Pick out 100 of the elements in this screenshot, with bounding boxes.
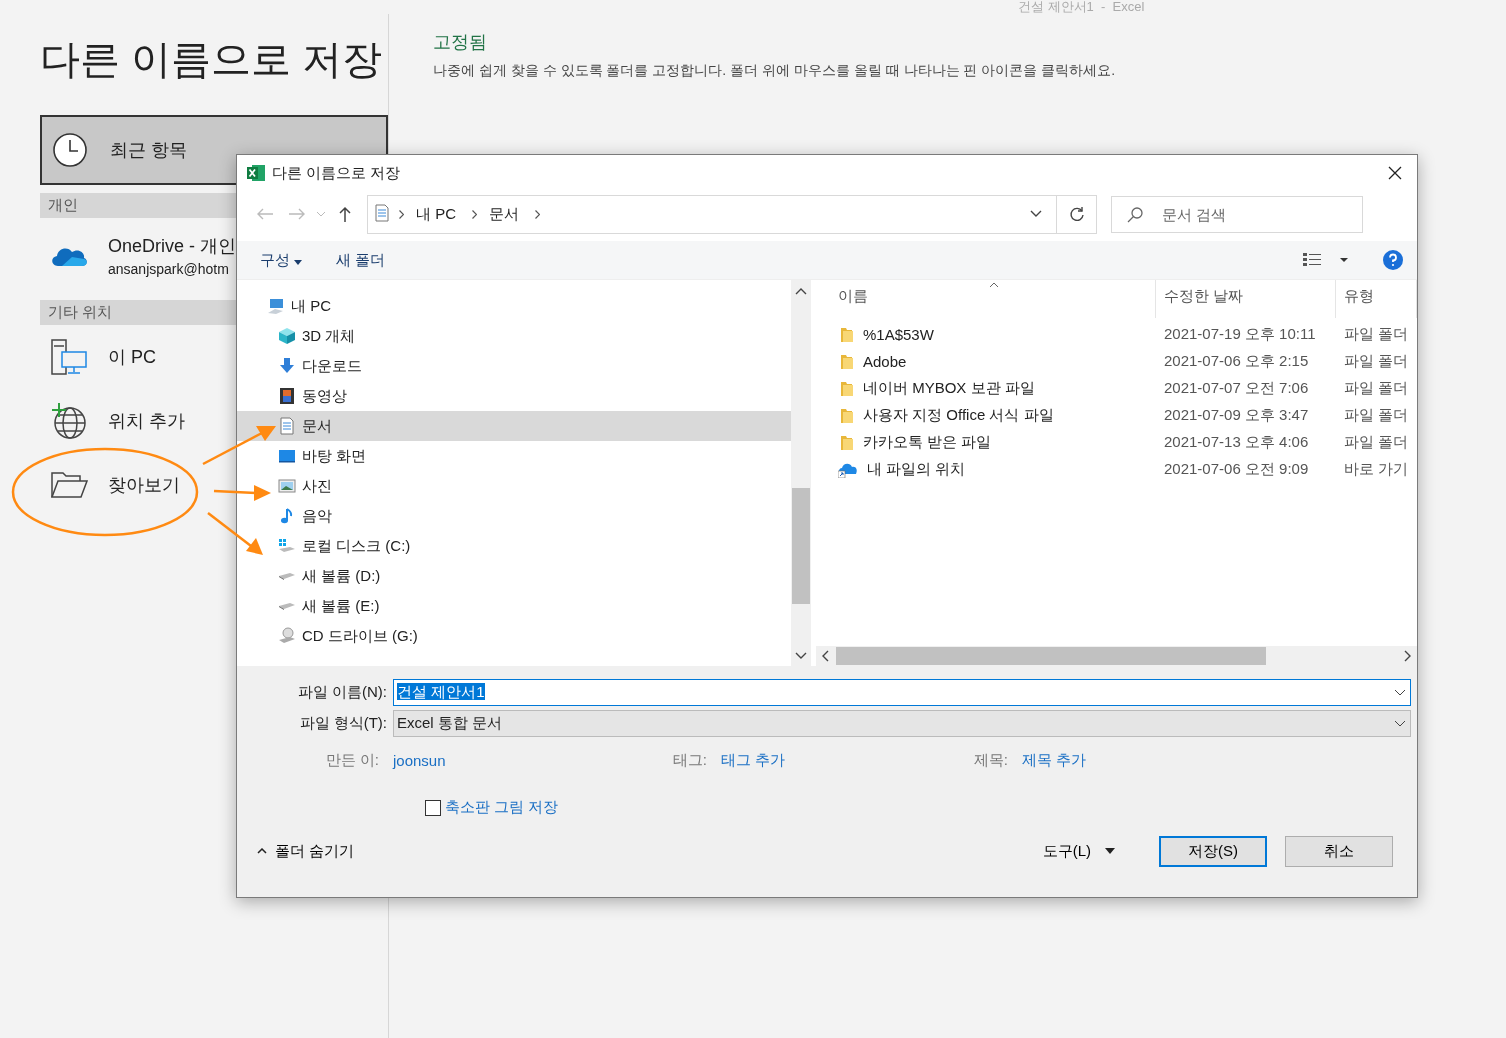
address-bar[interactable]: 내 PC 문서: [367, 194, 1097, 234]
tree-item[interactable]: 새 볼륨 (D:): [237, 561, 791, 591]
file-type: 파일 폴더: [1343, 433, 1410, 452]
file-row[interactable]: 내 파일의 위치 2021-07-06 오전 9:09 바로 가기: [816, 456, 1417, 483]
tree-item[interactable]: 사진: [237, 471, 791, 501]
caret-icon: [1105, 848, 1115, 854]
folder-icon: [838, 434, 854, 451]
monitor-icon: [278, 447, 296, 465]
help-icon[interactable]: [1383, 250, 1403, 270]
file-date: 2021-07-09 오후 3:47: [1163, 406, 1310, 425]
tree-item[interactable]: 다운로드: [237, 351, 791, 381]
file-name: %1A$53W: [863, 326, 934, 343]
up-arrow-icon[interactable]: [339, 206, 351, 222]
view-options-icon[interactable]: [1303, 253, 1323, 267]
file-row[interactable]: 카카오톡 받은 파일 2021-07-13 오후 4:06 파일 폴더: [816, 429, 1417, 456]
new-folder-button[interactable]: 새 폴더: [329, 246, 393, 274]
folder-icon: [838, 380, 854, 397]
file-row[interactable]: 네이버 MYBOX 보관 파일 2021-07-07 오전 7:06 파일 폴더: [816, 375, 1417, 402]
chevron-right-icon: [472, 209, 477, 219]
computer-icon: [267, 297, 285, 315]
disc-drive-icon: [278, 627, 296, 645]
image-icon: [278, 477, 296, 495]
breadcrumb[interactable]: 문서: [481, 204, 527, 224]
download-icon: [278, 357, 296, 375]
cloud-shortcut-icon: [838, 461, 858, 478]
file-row[interactable]: Adobe 2021-07-06 오후 2:15 파일 폴더: [816, 348, 1417, 375]
pinned-hint: 나중에 쉽게 찾을 수 있도록 폴더를 고정합니다. 폴더 위에 마우스를 올릴 때 나타나는 핀 아이콘을 클릭하세요.: [433, 62, 1116, 80]
pinned-title: 고정됨: [433, 31, 488, 54]
meta-link[interactable]: 제목 추가: [1020, 751, 1417, 770]
drive-icon: [278, 571, 296, 581]
tools-menu[interactable]: 도구(L): [1036, 840, 1121, 862]
file-type: 파일 폴더: [1343, 406, 1410, 425]
tree-item[interactable]: 동영상: [237, 381, 791, 411]
checkbox-label[interactable]: 축소판 그림 저장: [445, 798, 559, 817]
thumbnail-checkbox[interactable]: [425, 799, 441, 816]
filename-field[interactable]: 건설 제안서1: [393, 679, 1411, 706]
drive-icon: [278, 537, 296, 555]
scroll-up-icon[interactable]: [795, 287, 807, 295]
file-type: 바로 가기: [1343, 460, 1410, 479]
breadcrumb[interactable]: 내 PC: [408, 204, 464, 224]
folder-icon: [838, 407, 854, 424]
close-icon: [1388, 166, 1402, 180]
search-icon: [1127, 206, 1143, 223]
folder-icon: [838, 326, 854, 343]
scroll-right-icon[interactable]: [1403, 650, 1411, 662]
spreadsheet-icon: [246, 164, 266, 182]
column-header[interactable]: 유형: [1336, 280, 1417, 318]
caret-icon[interactable]: [1339, 257, 1349, 263]
clock-icon: [52, 132, 88, 168]
organize-menu[interactable]: 구성: [253, 246, 310, 274]
folder-icon: [50, 471, 88, 499]
film-icon: [278, 387, 296, 405]
tree-item[interactable]: CD 드라이브 (G:): [237, 621, 791, 651]
meta-label: 태그:: [671, 751, 708, 770]
file-row[interactable]: 사용자 지정 Office 서식 파일 2021-07-09 오후 3:47 파일 폴더: [816, 402, 1417, 429]
field-label: 파일 이름(N):: [296, 683, 387, 702]
file-date: 2021-07-13 오후 4:06: [1163, 433, 1310, 452]
caret-icon: [294, 259, 303, 265]
chevron-down-icon[interactable]: [1030, 210, 1042, 218]
tree-item[interactable]: 바탕 화면: [237, 441, 791, 471]
annotation-arrow: [207, 512, 263, 555]
annotation-arrow: [213, 485, 271, 501]
save-button[interactable]: 저장(S): [1159, 835, 1267, 867]
cancel-button[interactable]: 취소: [1285, 835, 1393, 867]
file-row[interactable]: %1A$53W 2021-07-19 오후 10:11 파일 폴더: [816, 321, 1417, 348]
computer-icon: [50, 338, 88, 376]
cube-icon: [278, 327, 296, 345]
search-field[interactable]: 문서 검색: [1111, 195, 1363, 233]
file-date: 2021-07-19 오후 10:11: [1163, 325, 1317, 344]
file-type: 파일 폴더: [1343, 352, 1410, 371]
tree-item[interactable]: 문서: [237, 411, 791, 441]
folder-icon: [838, 353, 854, 370]
app-title: 건설 제안서1 - Excel: [1018, 0, 1145, 14]
document-icon: [278, 417, 296, 435]
filetype-dropdown[interactable]: Excel 통합 문서: [393, 710, 1411, 737]
file-name: 사용자 지정 Office 서식 파일: [863, 406, 1054, 425]
meta-link[interactable]: joonsun: [391, 752, 659, 769]
scroll-down-icon[interactable]: [795, 652, 807, 660]
chevron-down-icon[interactable]: [1394, 688, 1406, 697]
tree-item[interactable]: 새 볼륨 (E:): [237, 591, 791, 621]
tree-item[interactable]: 로컬 디스크 (C:): [237, 531, 791, 561]
tree-item[interactable]: 음악: [237, 501, 791, 531]
scrollbar[interactable]: [816, 646, 1417, 666]
column-header[interactable]: 이름: [816, 280, 1156, 318]
file-date: 2021-07-06 오전 9:09: [1163, 460, 1310, 479]
file-name: 네이버 MYBOX 보관 파일: [863, 379, 1035, 398]
meta-link[interactable]: 태그 추가: [719, 751, 972, 770]
chevron-right-icon: [399, 209, 404, 219]
file-date: 2021-07-07 오전 7:06: [1163, 379, 1310, 398]
page-title: 다른 이름으로 저장: [40, 36, 384, 83]
hide-folders-button[interactable]: 폴더 숨기기: [251, 840, 361, 862]
field-label: 파일 형식(T):: [298, 714, 387, 733]
refresh-icon: [1068, 206, 1085, 222]
scroll-left-icon[interactable]: [822, 650, 830, 662]
meta-label: 제목:: [972, 751, 1009, 770]
file-type: 파일 폴더: [1343, 325, 1410, 344]
column-header[interactable]: 수정한 날짜: [1156, 280, 1336, 318]
scrollbar[interactable]: [791, 280, 811, 666]
meta-label: 만든 이:: [324, 751, 380, 770]
file-type: 파일 폴더: [1343, 379, 1410, 398]
